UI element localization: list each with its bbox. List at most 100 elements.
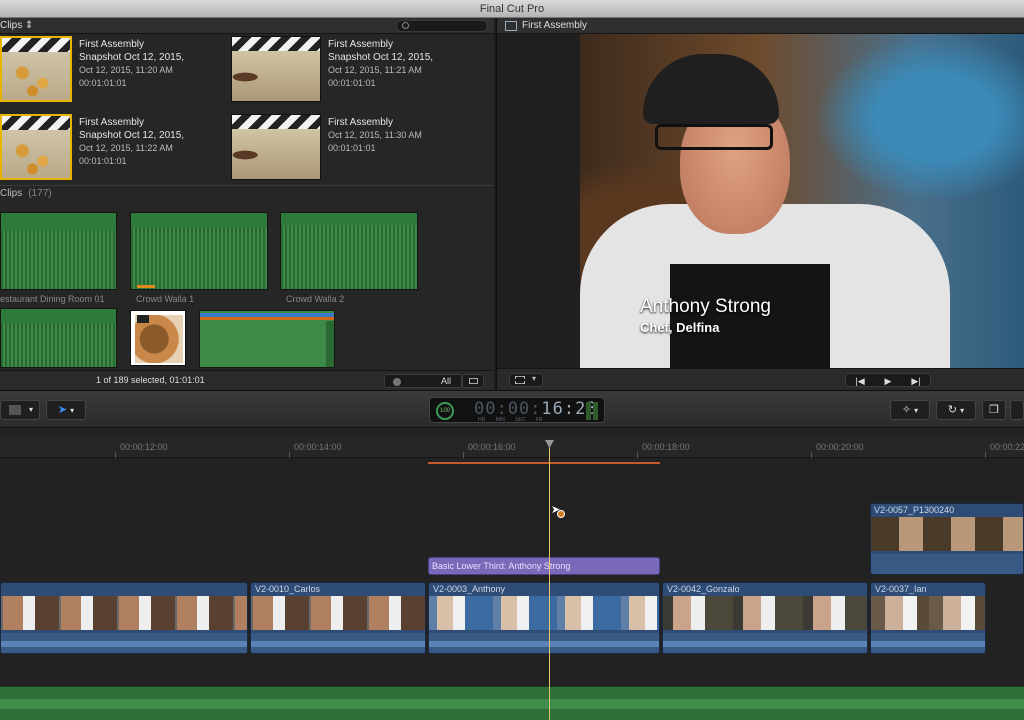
search-input[interactable] bbox=[396, 20, 488, 32]
item-name: First Assembly bbox=[328, 39, 394, 50]
selection-status: 1 of 189 selected, 01:01:01 bbox=[96, 375, 205, 385]
browser-footer: 1 of 189 selected, 01:01:01 All bbox=[0, 370, 494, 390]
range-selection-bar[interactable] bbox=[428, 462, 660, 464]
connected-video-clip[interactable]: V2-0057_P1300240 bbox=[870, 503, 1024, 575]
audio-clip-thumbnail[interactable] bbox=[0, 212, 117, 290]
clapper-icon bbox=[2, 38, 70, 52]
chevron-down-icon: ▾ bbox=[532, 374, 537, 383]
transport-controls: |◀ ▶ ▶| bbox=[845, 373, 931, 387]
next-edit-button[interactable]: ▶| bbox=[902, 375, 930, 387]
crop-icon bbox=[515, 376, 525, 384]
clip-thumbnail[interactable] bbox=[0, 36, 72, 102]
item-subtitle: Snapshot Oct 12, 2015, bbox=[328, 52, 434, 63]
clips-section-label: Clips bbox=[0, 188, 23, 199]
item-duration: 00:01:01:01 bbox=[79, 156, 127, 166]
clip-name: V2-0010_Carlos bbox=[255, 584, 321, 594]
chevron-down-icon: ▾ bbox=[70, 406, 75, 415]
chevron-down-icon: ▾ bbox=[960, 406, 965, 415]
chevron-down-icon: ▾ bbox=[29, 405, 34, 414]
retime-icon: ↻ bbox=[947, 404, 958, 416]
timeline-ruler[interactable]: 00:00:12:00 00:00:14:00 00:00:16:00 00:0… bbox=[0, 438, 1024, 464]
share-button[interactable] bbox=[1010, 400, 1024, 420]
video-frame[interactable]: Anthony Strong Chef, Delfina bbox=[580, 34, 1024, 368]
timeline-panel[interactable]: 00:00:12:00 00:00:14:00 00:00:16:00 00:0… bbox=[0, 428, 1024, 720]
clips-count: (177) bbox=[28, 188, 52, 199]
item-date: Oct 12, 2015, 11:22 AM bbox=[79, 143, 173, 153]
item-duration: 00:01:01:01 bbox=[328, 143, 376, 153]
item-duration: 00:01:01:01 bbox=[328, 78, 376, 88]
browser-toolbar: Clips ⇕ bbox=[0, 18, 494, 34]
clip-name: estaurant Dining Room 01 bbox=[0, 294, 105, 304]
clip-name: Crowd Walla 1 bbox=[136, 294, 195, 304]
item-date: Oct 12, 2015, 11:20 AM bbox=[79, 65, 173, 75]
transform-menu-button[interactable]: ▾ bbox=[509, 373, 543, 387]
clips-section-header: Clips (177) bbox=[0, 188, 52, 199]
primary-video-clip[interactable]: V2-0010_Carlos bbox=[250, 582, 426, 654]
ruler-label: 00:00:20:00 bbox=[816, 442, 864, 452]
item-date: Oct 12, 2015, 11:30 AM bbox=[328, 130, 422, 140]
clapper-icon bbox=[232, 37, 320, 51]
clapper-icon bbox=[2, 116, 70, 130]
select-tool-button[interactable]: ➤ ▾ bbox=[46, 400, 86, 420]
viewer-title: First Assembly bbox=[522, 20, 588, 31]
window-title-bar: Final Cut Pro bbox=[0, 0, 1024, 18]
primary-video-clip[interactable] bbox=[0, 582, 248, 654]
clip-appearance-toggle[interactable]: ❐ bbox=[982, 400, 1006, 420]
viewer-footer: ▾ |◀ ▶ ▶| bbox=[497, 368, 1024, 390]
primary-video-clip[interactable]: V2-0042_Gonzalo bbox=[662, 582, 868, 654]
primary-video-clip[interactable]: V2-0003_Anthony bbox=[428, 582, 660, 654]
play-button[interactable]: ▶ bbox=[874, 375, 902, 387]
audio-clip-thumbnail[interactable] bbox=[0, 308, 117, 368]
previous-edit-button[interactable]: |◀ bbox=[846, 375, 874, 387]
clip-name: V2-0037_Ian bbox=[875, 584, 927, 594]
audio-meters-icon[interactable] bbox=[586, 402, 598, 420]
clip-thumbnail[interactable] bbox=[231, 36, 321, 102]
ruler-label: 00:00:14:00 bbox=[294, 442, 342, 452]
audio-clip-thumbnail[interactable] bbox=[280, 212, 418, 290]
graphic-clip-thumbnail[interactable] bbox=[130, 310, 186, 366]
background-music-clip[interactable] bbox=[0, 686, 1024, 720]
browser-item[interactable]: First Assembly Snapshot Oct 12, 2015, Oc… bbox=[0, 114, 240, 186]
clip-zoom-slider[interactable]: All bbox=[384, 374, 462, 388]
ruler-label: 00:00:16:00 bbox=[468, 442, 516, 452]
title-clip[interactable]: Basic Lower Third: Anthony Strong bbox=[428, 557, 660, 575]
browser-item[interactable]: First Assembly Oct 12, 2015, 11:30 AM 00… bbox=[231, 114, 471, 186]
zoom-all-label: All bbox=[441, 376, 452, 386]
magic-wand-icon: ✧ bbox=[901, 404, 912, 416]
slider-knob[interactable] bbox=[393, 378, 401, 386]
item-date: Oct 12, 2015, 11:21 AM bbox=[328, 65, 422, 75]
audio-clip-thumbnail[interactable] bbox=[199, 310, 335, 368]
section-divider bbox=[0, 185, 494, 186]
clip-appearance-button[interactable] bbox=[462, 374, 484, 388]
browser-item[interactable]: First Assembly Snapshot Oct 12, 2015, Oc… bbox=[0, 36, 240, 108]
clip-thumbnail[interactable] bbox=[0, 114, 72, 180]
timecode-units: HR MIN SEC FR bbox=[478, 417, 543, 423]
item-name: First Assembly bbox=[79, 117, 145, 128]
clip-thumbnail[interactable] bbox=[231, 114, 321, 180]
browser-item[interactable]: First Assembly Snapshot Oct 12, 2015, Oc… bbox=[231, 36, 471, 108]
item-subtitle: Snapshot Oct 12, 2015, bbox=[79, 130, 185, 141]
library-selector[interactable]: Clips ⇕ bbox=[0, 19, 33, 33]
item-name: First Assembly bbox=[328, 117, 394, 128]
search-icon bbox=[402, 22, 409, 29]
lower-third-name: Anthony Strong bbox=[640, 296, 771, 317]
background-tasks-indicator[interactable]: 100 bbox=[436, 402, 454, 420]
timecode-display: 00:00:16:23 bbox=[474, 399, 598, 419]
audio-clip-thumbnail[interactable] bbox=[130, 212, 268, 290]
retime-button[interactable]: ↻ ▾ bbox=[936, 400, 976, 420]
primary-video-clip[interactable]: V2-0037_Ian bbox=[870, 582, 986, 654]
ruler-label: 00:00:18:00 bbox=[642, 442, 690, 452]
clip-name: Crowd Walla 2 bbox=[286, 294, 345, 304]
viewer-panel: First Assembly Anthony Strong Chef, Delf… bbox=[496, 18, 1024, 390]
arrow-pointer-icon: ➤ bbox=[57, 404, 68, 416]
dashboard-timecode[interactable]: 100 00:00:16:23 HR MIN SEC FR bbox=[429, 397, 605, 423]
item-duration: 00:01:01:01 bbox=[79, 78, 127, 88]
edit-mode-button[interactable]: ▾ bbox=[0, 400, 40, 420]
clip-name: V2-0057_P1300240 bbox=[874, 505, 955, 515]
effects-button[interactable]: ✧ ▾ bbox=[890, 400, 930, 420]
window-title: Final Cut Pro bbox=[479, 3, 545, 15]
project-icon bbox=[505, 21, 517, 31]
grid-icon bbox=[9, 405, 21, 415]
playhead[interactable] bbox=[549, 442, 550, 720]
browser-panel: Clips ⇕ First Assembly Snapshot Oct 12, … bbox=[0, 18, 494, 390]
